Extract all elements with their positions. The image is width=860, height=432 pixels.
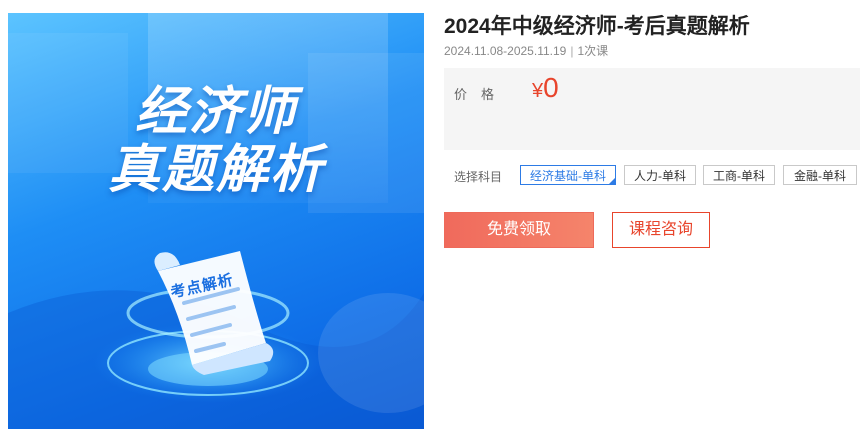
price-currency: ¥ — [532, 80, 544, 102]
price-value: ¥0 — [532, 72, 559, 104]
course-meta: 2024.11.08-2025.11.19 | 1次课 — [444, 42, 608, 59]
subject-option-hr[interactable]: 人力-单科 — [624, 165, 696, 185]
course-date-range: 2024.11.08-2025.11.19 — [444, 44, 567, 58]
free-claim-button[interactable]: 免费领取 — [444, 212, 594, 248]
subject-option-economics-basics[interactable]: 经济基础-单科 — [520, 165, 616, 185]
price-amount: 0 — [543, 72, 559, 103]
subject-label: 选择科目 — [454, 170, 503, 184]
course-cover-image: 经济师 真题解析 考点解析 — [8, 13, 424, 429]
course-consult-button[interactable]: 课程咨询 — [612, 212, 710, 248]
course-title: 2024年中级经济师-考后真题解析 — [444, 15, 750, 38]
meta-separator: | — [570, 44, 574, 58]
subject-option-business[interactable]: 工商-单科 — [703, 165, 775, 185]
subject-option-finance[interactable]: 金融-单科 — [783, 165, 857, 185]
price-label: 价格 — [454, 87, 509, 102]
price-panel: 价格 ¥0 — [444, 68, 860, 150]
course-lesson-count: 1次课 — [577, 44, 609, 58]
cover-title-line2: 真题解析 — [107, 140, 324, 200]
